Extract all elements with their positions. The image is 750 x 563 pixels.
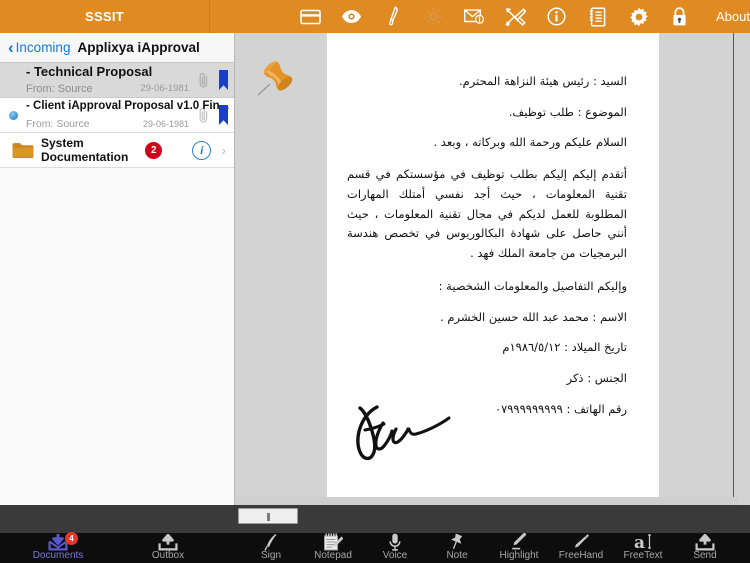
document-field-gender: الجنس : ذكر xyxy=(566,370,627,385)
quill-pen-icon xyxy=(263,534,279,551)
upload-outbox-icon xyxy=(157,534,179,551)
tool-freehand-label: FreeHand xyxy=(558,550,604,561)
highlighter-icon xyxy=(510,533,529,551)
list-item-subtitle: From: Source xyxy=(26,82,93,95)
horizontal-scrollbar[interactable] xyxy=(235,505,750,533)
tool-note-label: Note xyxy=(446,550,468,561)
app-title-area: SSSIT xyxy=(0,0,211,33)
tool-highlight-label: Highlight xyxy=(499,550,539,561)
list-item[interactable]: - Client iApproval Proposal v1.0 Fin... … xyxy=(0,98,234,133)
list-item-title: - Technical Proposal xyxy=(26,63,153,79)
info-icon[interactable]: i xyxy=(192,140,212,160)
gear-outline-icon[interactable] xyxy=(423,6,444,27)
tab-documents-label: Documents xyxy=(32,550,84,561)
settings-gear-icon[interactable] xyxy=(628,6,649,27)
list-item[interactable]: - Technical Proposal From: Source 29-06-… xyxy=(0,63,234,98)
document-line: السلام عليكم ورحمة الله وبركاته ، وبعد . xyxy=(433,135,627,150)
sidebar-nav-header: ‹ Incoming Applixya iApproval xyxy=(0,33,234,63)
list-item-body: - Technical Proposal From: Source 29-06-… xyxy=(22,64,195,97)
app-title: SSSIT xyxy=(84,9,125,24)
info-icon[interactable] xyxy=(546,6,567,27)
tab-outbox[interactable]: Outbox xyxy=(137,534,199,561)
tool-freetext-label: FreeText xyxy=(623,550,663,561)
about-button[interactable]: About xyxy=(716,9,750,24)
eye-icon[interactable] xyxy=(341,6,362,27)
mail-icon[interactable] xyxy=(464,6,485,27)
folder-count-badge: 2 xyxy=(145,141,163,159)
list-item-body: - Client iApproval Proposal v1.0 Fin... … xyxy=(22,99,229,132)
tool-sign[interactable]: Sign xyxy=(240,534,302,561)
brush-icon[interactable] xyxy=(382,6,403,27)
pushpin-note-icon xyxy=(449,533,465,551)
bottom-toolbar-left: 4 Documents Outbox xyxy=(0,532,226,563)
flag-marker xyxy=(219,70,228,90)
list-item-date: 29-06-1981 xyxy=(142,118,189,129)
bottom-toolbar-right: Sign Notepad Voice Note Highlight FreeHa… xyxy=(226,533,750,563)
pushpin-icon[interactable] xyxy=(253,58,299,100)
attachment-clip-icon xyxy=(195,72,211,89)
tool-highlight[interactable]: Highlight xyxy=(488,533,550,561)
document-page[interactable]: السيد : رئيس هيئة النزاهة المحترم. الموض… xyxy=(327,33,659,505)
tool-send-label: Send xyxy=(693,550,717,561)
tool-send[interactable]: Send xyxy=(674,534,736,561)
folder-label: System Documentation xyxy=(41,136,129,164)
doc-bottom-edge xyxy=(235,497,738,505)
document-line: الموضوع : طلب توظيف. xyxy=(508,104,627,119)
tool-freehand[interactable]: FreeHand xyxy=(550,534,612,561)
signature-mark[interactable] xyxy=(343,401,473,463)
tool-voice[interactable]: Voice xyxy=(364,533,426,561)
back-chevron-icon[interactable]: ‹ xyxy=(8,39,14,56)
svg-text:a: a xyxy=(634,533,645,551)
list-document-icon[interactable] xyxy=(587,6,608,27)
pencil-icon xyxy=(572,534,590,551)
lock-icon[interactable] xyxy=(669,6,690,27)
tool-notepad[interactable]: Notepad xyxy=(302,533,364,561)
unread-dot xyxy=(9,76,18,85)
notepad-icon xyxy=(323,533,343,551)
microphone-icon xyxy=(389,533,401,551)
page-title: Applixya iApproval xyxy=(77,40,200,55)
card-icon[interactable] xyxy=(300,6,321,27)
vertical-scrollbar[interactable] xyxy=(733,33,750,505)
list-item-subtitle: From: Source xyxy=(26,117,90,130)
bottom-toolbar: 4 Documents Outbox Sign Notepad Voice No… xyxy=(0,532,750,563)
send-up-arrow-icon xyxy=(694,534,716,551)
tool-notepad-label: Notepad xyxy=(314,550,352,561)
tool-note[interactable]: Note xyxy=(426,533,488,561)
message-list: - Technical Proposal From: Source 29-06-… xyxy=(0,63,234,168)
documents-count-badge: 4 xyxy=(65,532,78,545)
folder-row-system-documentation[interactable]: System Documentation 2 i › xyxy=(0,133,234,168)
unread-dot xyxy=(9,110,18,120)
tool-sign-label: Sign xyxy=(260,550,281,561)
app-root: SSSIT About ‹ Incoming Applixya iApprova… xyxy=(0,0,750,563)
tab-documents[interactable]: 4 Documents xyxy=(27,532,89,561)
text-cursor-icon: a xyxy=(633,533,653,551)
tools-icon[interactable] xyxy=(505,6,527,27)
document-paragraph: أتقدم إليكم إليكم بطلب توظيف في مؤسستكم … xyxy=(347,167,627,261)
horizontal-scrollbar-thumb[interactable] xyxy=(238,508,298,524)
back-button-label[interactable]: Incoming xyxy=(16,40,71,55)
folder-icon xyxy=(12,142,34,159)
tool-freetext[interactable]: a FreeText xyxy=(612,533,674,561)
top-toolbar: About xyxy=(210,0,750,33)
attachment-clip-icon xyxy=(195,107,211,124)
document-field-birthdate: تاريخ الميلاد : ١٩٨٦/٥/١٢م xyxy=(502,340,627,355)
tool-voice-label: Voice xyxy=(382,550,408,561)
tab-outbox-label: Outbox xyxy=(151,550,185,561)
chevron-right-icon: › xyxy=(221,142,226,158)
flag-marker xyxy=(219,105,228,125)
sidebar: ‹ Incoming Applixya iApproval - Technica… xyxy=(0,33,235,505)
list-item-date: 29-06-1981 xyxy=(140,82,189,94)
document-line: السيد : رئيس هيئة النزاهة المحترم. xyxy=(459,74,627,88)
top-bar: SSSIT About xyxy=(0,0,750,33)
document-viewer[interactable]: السيد : رئيس هيئة النزاهة المحترم. الموض… xyxy=(235,33,750,505)
document-details-intro: وإليكم التفاصيل والمعلومات الشخصية : xyxy=(438,278,627,293)
document-field-name: الاسم : محمد عبد الله حسين الخشرم . xyxy=(440,309,627,324)
